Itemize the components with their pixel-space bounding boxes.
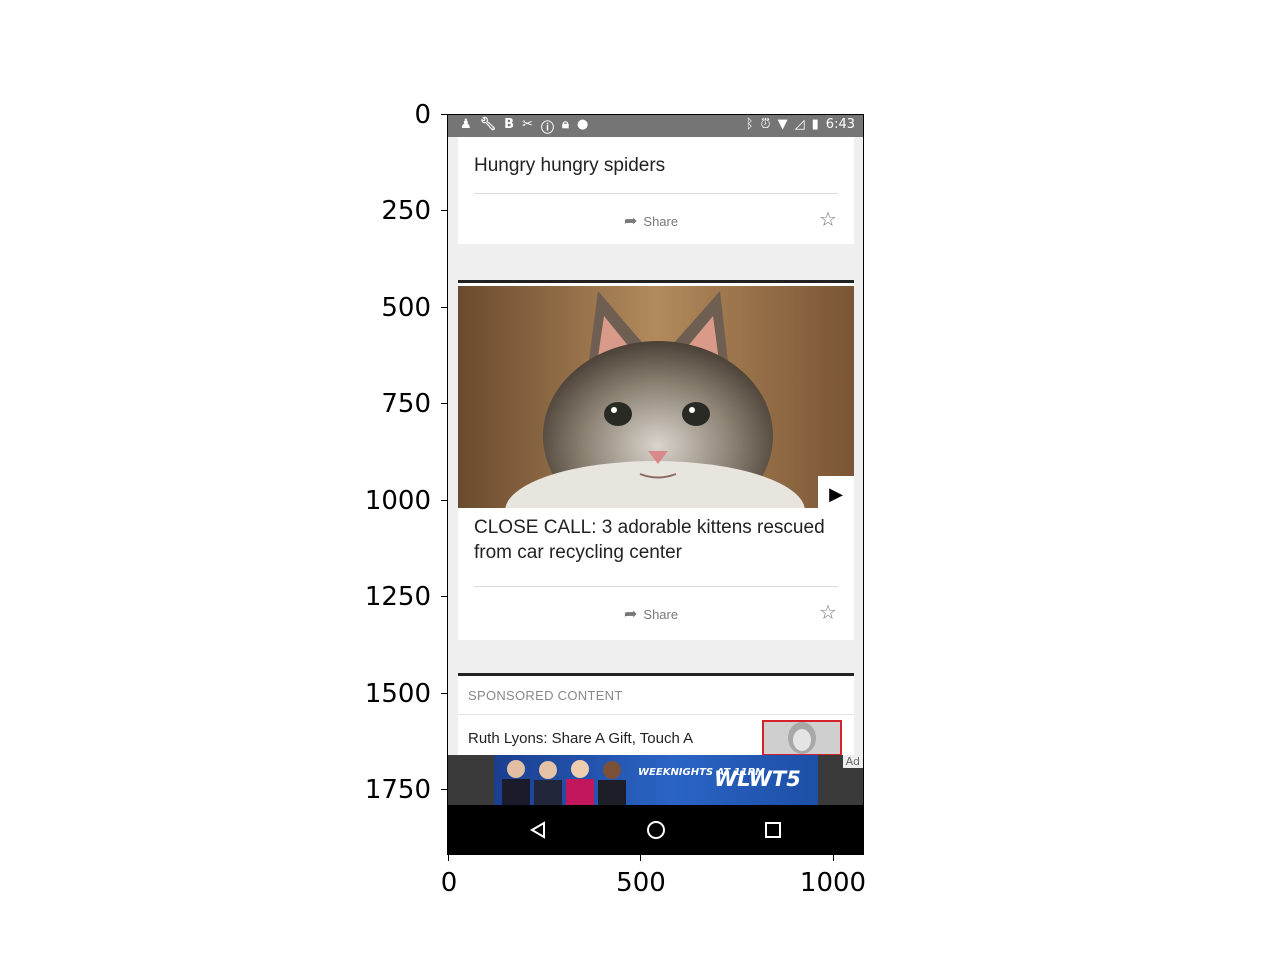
x-tick-1000 <box>833 855 834 861</box>
favorite-star-icon[interactable]: ☆ <box>819 207 837 231</box>
y-tick-label: 500 <box>381 293 431 323</box>
y-tick-label: 1500 <box>364 679 431 709</box>
y-tick-250 <box>441 210 447 211</box>
x-tick-0 <box>448 855 449 861</box>
info-icon: ⓘ <box>541 121 555 136</box>
share-arrow-icon: ➦ <box>624 606 638 623</box>
battery-icon: ▮ <box>811 117 819 132</box>
article-title[interactable]: CLOSE CALL: 3 adorable kittens rescued f… <box>474 515 834 565</box>
kitten-photo <box>458 286 854 508</box>
divider <box>474 193 838 194</box>
home-circle-icon <box>647 821 665 839</box>
y-tick-1750 <box>441 789 447 790</box>
y-tick-0 <box>441 114 447 115</box>
home-button[interactable] <box>644 818 668 842</box>
status-time: 6:43 <box>825 117 855 132</box>
y-tick-label: 1000 <box>364 486 431 516</box>
kitten-image[interactable]: ▶ <box>458 286 854 508</box>
y-tick-label: 250 <box>381 196 431 226</box>
share-arrow-icon: ➦ <box>624 213 638 230</box>
portrait-image <box>764 722 840 754</box>
ad-tag: Ad <box>842 755 863 768</box>
article-card[interactable]: ▶ CLOSE CALL: 3 adorable kittens rescued… <box>458 280 854 640</box>
status-bar: ♟ 🔧︎ B ✂ ⓘ 🔒︎ ● ᛒ ⏰︎ ▼ ◿ ▮ 6:43 <box>448 115 863 137</box>
article-card[interactable]: Hungry hungry spiders ➦ Share ☆ <box>458 137 854 244</box>
status-icons-right: ᛒ ⏰︎ ▼ ◿ ▮ 6:43 <box>746 117 855 132</box>
y-tick-label: 750 <box>381 389 431 419</box>
alarm-icon: ⏰︎ <box>760 117 771 132</box>
y-tick-750 <box>441 403 447 404</box>
x-tick-500 <box>640 855 641 861</box>
x-tick-label: 500 <box>616 868 666 898</box>
recents-square-icon <box>765 822 781 838</box>
sponsored-card[interactable]: SPONSORED CONTENT Ruth Lyons: Share A Gi… <box>458 673 854 766</box>
share-button[interactable]: ➦ Share <box>624 604 678 624</box>
no-signal-icon: ◿ <box>794 117 805 132</box>
divider <box>474 586 838 587</box>
play-icon: ▶ <box>829 483 843 505</box>
favorite-star-icon[interactable]: ☆ <box>819 600 837 624</box>
news-anchors-image <box>502 760 626 805</box>
android-icon: ● <box>576 117 589 132</box>
sponsored-thumbnail[interactable] <box>762 720 842 756</box>
play-button[interactable]: ▶ <box>818 476 854 508</box>
ad-creative[interactable]: WEEKNIGHTS AT 11PM WLWT5 <box>494 755 818 805</box>
y-tick-1250 <box>441 596 447 597</box>
share-button[interactable]: ➦ Share <box>624 211 678 231</box>
back-button[interactable] <box>526 818 550 842</box>
person-icon: ♟ <box>460 117 472 132</box>
share-label: Share <box>643 213 679 229</box>
navigation-bar <box>448 805 863 854</box>
tools-icon: ✂ <box>522 117 533 132</box>
ad-brand-text: WLWT5 <box>714 767 801 791</box>
ad-banner[interactable]: WEEKNIGHTS AT 11PM WLWT5 Ad <box>448 755 863 805</box>
x-tick-label: 1000 <box>799 868 867 898</box>
wifi-icon: ▼ <box>777 117 788 132</box>
share-label: Share <box>643 606 679 622</box>
b-icon: B <box>504 117 515 132</box>
divider <box>458 714 854 715</box>
y-tick-1500 <box>441 693 447 694</box>
phone-screen: ♟ 🔧︎ B ✂ ⓘ 🔒︎ ● ᛒ ⏰︎ ▼ ◿ ▮ 6:43 Hungry h… <box>448 115 863 854</box>
article-title[interactable]: Hungry hungry spiders <box>474 153 665 178</box>
bluetooth-icon: ᛒ <box>745 117 754 132</box>
sponsored-label: SPONSORED CONTENT <box>468 688 623 703</box>
wrench-icon: 🔧︎ <box>479 117 497 132</box>
lock-icon: 🔒︎ <box>562 117 569 132</box>
sponsored-title[interactable]: Ruth Lyons: Share A Gift, Touch A <box>468 730 693 747</box>
status-icons-left: ♟ 🔧︎ B ✂ ⓘ 🔒︎ ● <box>460 117 588 136</box>
y-tick-label: 0 <box>414 100 431 130</box>
y-tick-label: 1250 <box>364 582 431 612</box>
y-tick-label: 1750 <box>364 775 431 805</box>
y-tick-1000 <box>441 500 447 501</box>
y-tick-500 <box>441 307 447 308</box>
back-triangle-icon <box>530 821 545 839</box>
recents-button[interactable] <box>761 818 785 842</box>
x-tick-label: 0 <box>440 868 458 898</box>
